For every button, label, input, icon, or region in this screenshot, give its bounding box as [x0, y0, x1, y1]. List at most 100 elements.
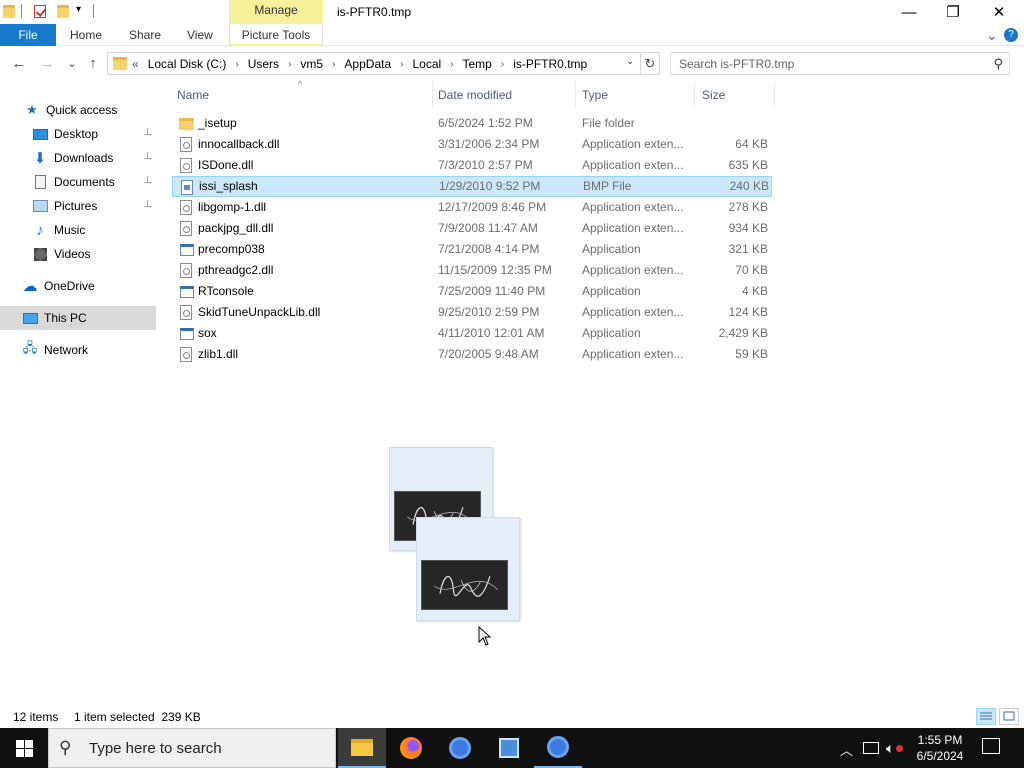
sidebar-item-label: Quick access: [46, 103, 118, 117]
large-icons-view-button[interactable]: [999, 708, 1019, 725]
properties-icon[interactable]: [34, 5, 46, 18]
search-input[interactable]: Search is-PFTR0.tmp ⚲: [670, 52, 1010, 75]
divider[interactable]: [774, 82, 775, 108]
column-header-name[interactable]: Name: [177, 88, 209, 102]
file-row-pthreadgc2[interactable]: pthreadgc2.dll 11/15/2009 12:35 PM Appli…: [172, 260, 772, 281]
file-row-precomp038[interactable]: precomp038 7/21/2008 4:14 PM Application…: [172, 239, 772, 260]
sidebar-item-desktop[interactable]: Desktop ⊥: [0, 122, 156, 146]
recent-locations-button[interactable]: ⌄: [63, 54, 81, 72]
sidebar-item-this-pc[interactable]: This PC: [0, 306, 156, 330]
breadcrumb-users[interactable]: Users: [248, 57, 279, 71]
close-button[interactable]: ✕: [976, 0, 1022, 24]
file-row-zlib1[interactable]: zlib1.dll 7/20/2005 9:48 AM Application …: [172, 344, 772, 365]
customize-toolbar-icon[interactable]: ▾: [76, 4, 81, 15]
chevron-right-icon[interactable]: ›: [501, 59, 504, 70]
file-type: Application exten...: [582, 347, 684, 361]
divider[interactable]: [575, 82, 576, 108]
sidebar-item-label: Documents: [54, 175, 115, 189]
address-bar[interactable]: « Local Disk (C:) › Users › vm5 › AppDat…: [107, 52, 641, 75]
chevron-right-icon[interactable]: ›: [332, 59, 335, 70]
file-size: 4 KB: [741, 284, 768, 298]
manage-contextual-tab[interactable]: Manage: [229, 0, 323, 24]
show-hidden-icons-button[interactable]: ︿: [840, 740, 853, 759]
column-header-date[interactable]: Date modified: [438, 88, 512, 102]
file-row-isetup[interactable]: _isetup 6/5/2024 1:52 PM File folder: [172, 113, 772, 134]
breadcrumb-current[interactable]: is-PFTR0.tmp: [513, 57, 587, 71]
details-view-button[interactable]: [976, 708, 996, 725]
windows-logo-icon: [15, 739, 33, 757]
file-row-issi-splash[interactable]: issi_splash 1/29/2010 9:52 PM BMP File 2…: [172, 176, 772, 197]
file-size: 124 KB: [728, 305, 768, 319]
file-name: sox: [198, 326, 217, 340]
help-button[interactable]: ?: [1004, 28, 1018, 42]
tab-share[interactable]: Share: [129, 24, 161, 46]
file-row-packjpg[interactable]: packjpg_dll.dll 7/9/2008 11:47 AM Applic…: [172, 218, 772, 239]
browser-icon: [449, 737, 471, 759]
taskbar-file-explorer[interactable]: [338, 728, 386, 768]
back-button[interactable]: ←: [10, 54, 28, 72]
start-button[interactable]: [0, 728, 48, 768]
chevron-right-icon[interactable]: ›: [288, 59, 291, 70]
taskbar-chrome-2[interactable]: [534, 728, 582, 768]
chevron-right-icon[interactable]: ›: [400, 59, 403, 70]
sidebar-item-quick-access[interactable]: ★ Quick access: [0, 98, 156, 122]
breadcrumb-local[interactable]: Local: [412, 57, 441, 71]
sidebar-item-music[interactable]: ♪ Music: [0, 218, 156, 242]
taskbar-search-placeholder: Type here to search: [89, 740, 222, 757]
divider[interactable]: [694, 82, 695, 108]
taskbar-chrome[interactable]: [436, 728, 484, 768]
tab-home[interactable]: Home: [70, 24, 102, 46]
taskbar-search-box[interactable]: ⚲ Type here to search: [48, 728, 336, 768]
forward-button[interactable]: →: [38, 54, 56, 72]
breadcrumb-temp[interactable]: Temp: [463, 57, 492, 71]
file-row-sox[interactable]: sox 4/11/2010 12:01 AM Application 2,429…: [172, 323, 772, 344]
sidebar-item-pictures[interactable]: Pictures ⊥: [0, 194, 156, 218]
clock[interactable]: 1:55 PM 6/5/2024: [912, 732, 968, 764]
file-date: 7/21/2008 4:14 PM: [438, 242, 540, 256]
picture-icon: [32, 198, 48, 214]
breadcrumb-appdata[interactable]: AppData: [344, 57, 391, 71]
file-row-isdone[interactable]: ISDone.dll 7/3/2010 2:57 PM Application …: [172, 155, 772, 176]
notifications-icon[interactable]: [982, 738, 1000, 754]
breadcrumb-local-disk[interactable]: Local Disk (C:): [148, 57, 227, 71]
minimize-button[interactable]: —: [886, 0, 932, 24]
tab-view[interactable]: View: [187, 24, 213, 46]
volume-muted-icon[interactable]: 🔈︎: [886, 740, 903, 757]
sidebar-item-onedrive[interactable]: ☁ OneDrive: [0, 274, 156, 298]
mouse-cursor-icon: [478, 626, 492, 646]
file-type: File folder: [582, 116, 635, 130]
divider: [21, 4, 22, 18]
maximize-button[interactable]: ❐: [930, 0, 976, 24]
sidebar-item-videos[interactable]: Videos: [0, 242, 156, 266]
file-row-libgomp[interactable]: libgomp-1.dll 12/17/2009 8:46 PM Applica…: [172, 197, 772, 218]
column-header-type[interactable]: Type: [582, 88, 608, 102]
breadcrumb-vm5[interactable]: vm5: [300, 57, 323, 71]
tab-picture-tools[interactable]: Picture Tools: [229, 24, 323, 46]
file-row-innocallback[interactable]: innocallback.dll 3/31/2006 2:34 PM Appli…: [172, 134, 772, 155]
expand-ribbon-button[interactable]: ⌄: [986, 24, 998, 46]
address-dropdown-button[interactable]: ⌄: [626, 56, 634, 67]
sidebar-item-downloads[interactable]: ⬇ Downloads ⊥: [0, 146, 156, 170]
new-folder-icon[interactable]: [57, 5, 69, 18]
refresh-button[interactable]: ↻: [641, 52, 660, 75]
tab-file[interactable]: File: [0, 24, 56, 46]
dll-file-icon: [180, 305, 192, 320]
taskbar-firefox[interactable]: [387, 728, 435, 768]
sidebar-item-documents[interactable]: Documents ⊥: [0, 170, 156, 194]
chevron-right-icon[interactable]: ›: [235, 59, 238, 70]
breadcrumb-overflow[interactable]: «: [132, 57, 139, 71]
application-icon: [180, 244, 194, 256]
column-header-size[interactable]: Size: [702, 88, 725, 102]
taskbar-app-installer[interactable]: [485, 728, 533, 768]
sidebar-item-network[interactable]: 🖧 Network: [0, 338, 156, 362]
desktop-icon: [32, 126, 48, 142]
file-name: SkidTuneUnpackLib.dll: [198, 305, 321, 319]
divider[interactable]: [432, 82, 433, 108]
chevron-right-icon[interactable]: ›: [450, 59, 453, 70]
file-type: Application exten...: [582, 200, 684, 214]
file-row-rtconsole[interactable]: RTconsole 7/25/2009 11:40 PM Application…: [172, 281, 772, 302]
network-icon[interactable]: [863, 742, 879, 754]
file-row-skidtune[interactable]: SkidTuneUnpackLib.dll 9/25/2010 2:59 PM …: [172, 302, 772, 323]
file-date: 7/9/2008 11:47 AM: [438, 221, 538, 235]
up-button[interactable]: ↑: [84, 54, 102, 72]
